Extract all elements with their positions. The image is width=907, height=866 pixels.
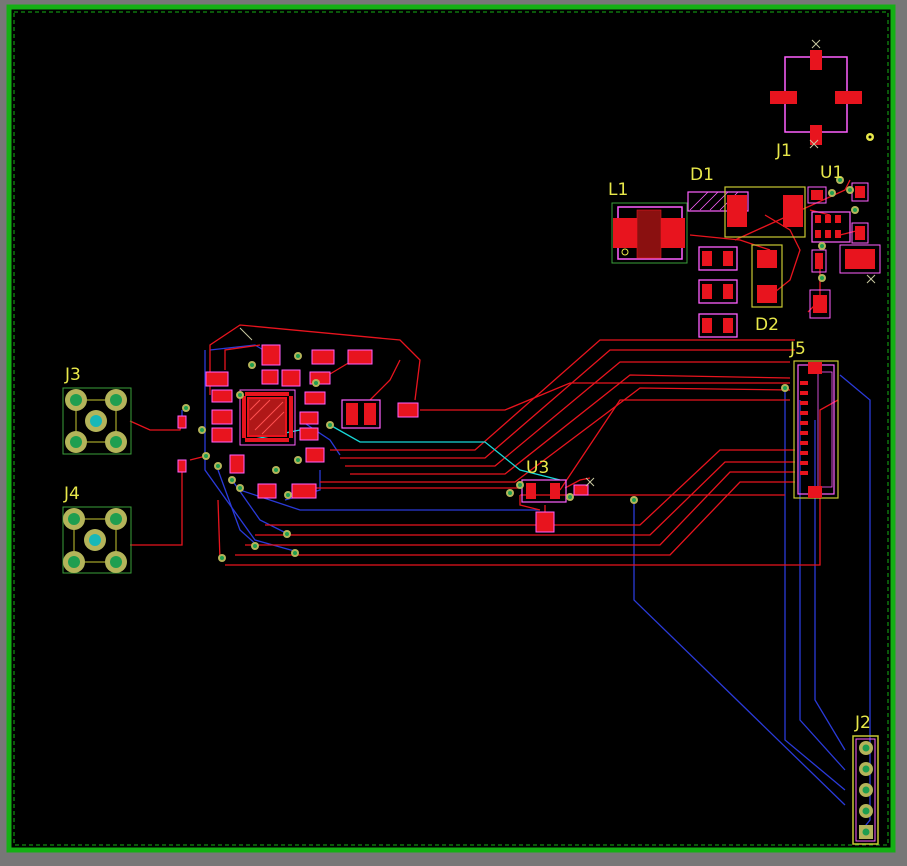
pcb-editor-canvas[interactable]: J1 U1 L1 D1 D2 J5 J3 J4 U3 J2 [0, 0, 907, 866]
j5-mount-pad [808, 362, 822, 374]
passive [281, 369, 301, 387]
passive [397, 402, 419, 418]
cap-pad [723, 284, 733, 299]
ref-label-d2: D2 [755, 315, 779, 335]
passive [347, 349, 373, 365]
u1-pad [825, 215, 831, 223]
passive [299, 427, 319, 441]
mcu-pin-row [245, 438, 289, 442]
u1-res-pad [815, 253, 823, 269]
j5-pin-pad [800, 391, 808, 395]
u3-cap [535, 511, 555, 533]
u1-pad [835, 215, 841, 223]
j3-pad-hole [90, 415, 102, 427]
d1-pad [783, 195, 803, 227]
j3-pad-hole [70, 394, 82, 406]
j3-pad-hole [70, 436, 82, 448]
passive [229, 454, 245, 474]
j5-pin-pad [800, 451, 808, 455]
passive [261, 344, 281, 366]
j1-pad [810, 50, 822, 70]
u1-cap-pad [855, 186, 865, 198]
j5-pin-pad [800, 431, 808, 435]
ref-label-j3: J3 [65, 365, 81, 385]
u3-pad [550, 483, 560, 499]
j2-pin-hole [862, 744, 870, 752]
u1-res-pad [813, 295, 827, 313]
mcu-footprint[interactable] [239, 389, 296, 446]
pcb-board-view[interactable] [0, 0, 907, 866]
passive [211, 409, 233, 425]
j5-mount-pad [808, 486, 822, 498]
crystal-pad [346, 403, 358, 425]
j1-pad [835, 91, 862, 104]
ref-label-l1: L1 [608, 180, 629, 200]
ref-label-u3: U3 [526, 458, 550, 478]
u1-pad [815, 230, 821, 238]
ref-label-j1: J1 [776, 141, 792, 161]
j5-pin-pad [800, 421, 808, 425]
j5-pin-pad [800, 411, 808, 415]
u3-cap [573, 484, 589, 496]
passive [211, 389, 233, 403]
ref-label-d1: D1 [690, 165, 714, 185]
j1-pin1-marker [868, 135, 872, 139]
u1-pad [815, 215, 821, 223]
mcu-pin-row [242, 396, 246, 438]
passive [291, 483, 317, 499]
j4-pad-hole [68, 513, 80, 525]
l1-hatch [636, 209, 662, 259]
passive [177, 415, 187, 429]
mcu-pin-row [289, 396, 293, 438]
j2-pin-hole [862, 765, 870, 773]
j2-pin-hole [862, 786, 870, 794]
ref-label-j2: J2 [855, 713, 871, 733]
passive [305, 447, 325, 463]
cap-pad [723, 318, 733, 333]
u1-pad [825, 230, 831, 238]
j2-pin-hole [862, 828, 870, 836]
d2-pad [757, 250, 777, 268]
j4-pad-hole [110, 513, 122, 525]
u1-cap-pad [855, 226, 865, 240]
j5-pin-pad [800, 471, 808, 475]
passive [304, 391, 326, 405]
j5-pin-pad [800, 401, 808, 405]
u1-pad [835, 230, 841, 238]
j5-pin-pad [800, 461, 808, 465]
j4-pad-hole [68, 556, 80, 568]
j5-pin-pad [800, 381, 808, 385]
passive [177, 459, 187, 473]
j4-pad-hole [89, 534, 101, 546]
ref-label-u1: U1 [820, 163, 844, 183]
mcu-pin-row [245, 392, 289, 396]
passive [205, 371, 229, 387]
passive [311, 349, 335, 365]
u1-cap-pad [845, 249, 875, 269]
l1-pad [613, 218, 638, 248]
u1-cap-pad [811, 190, 823, 200]
cap-pad [702, 251, 712, 266]
ref-label-j5: J5 [790, 339, 806, 359]
passive [261, 369, 279, 385]
cap-pad [702, 318, 712, 333]
j5-pin-pad [800, 441, 808, 445]
cap-pad [723, 251, 733, 266]
j1-pad [770, 91, 797, 104]
ref-label-j4: J4 [64, 484, 80, 504]
j3-pad-hole [110, 436, 122, 448]
u3-pad [526, 483, 536, 499]
cap-pad [702, 284, 712, 299]
j3-pad-hole [110, 394, 122, 406]
passive [299, 411, 319, 425]
d1-pad [727, 195, 747, 227]
j2-pin-hole [862, 807, 870, 815]
l1-pad [660, 218, 685, 248]
passive [211, 427, 233, 443]
d2-pad [757, 285, 777, 303]
passive [257, 483, 277, 499]
crystal-pad [364, 403, 376, 425]
j4-pad-hole [110, 556, 122, 568]
